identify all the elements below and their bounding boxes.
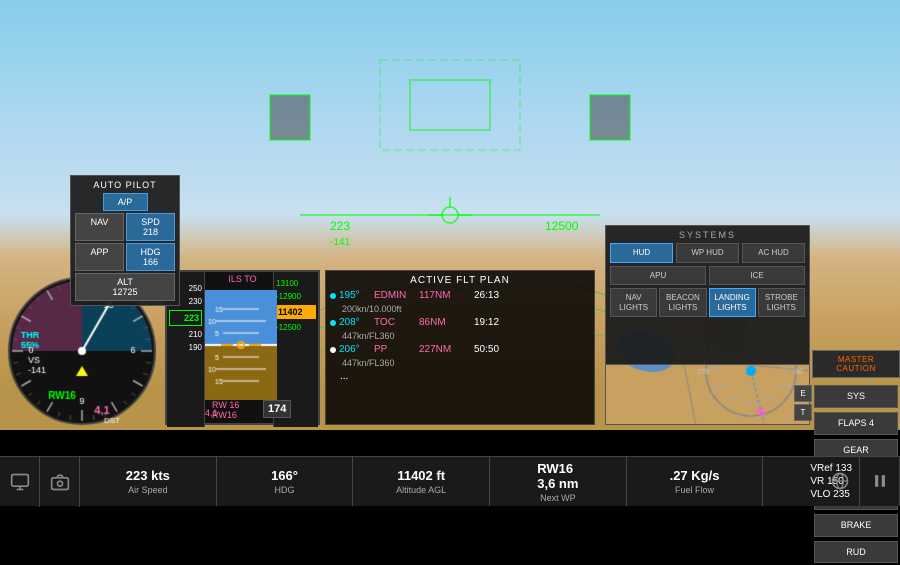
svg-text:223: 223 bbox=[330, 219, 350, 233]
flt-row-1: 195° EDMIN 117NM 26:13 bbox=[330, 290, 590, 301]
hud-button[interactable]: HUD bbox=[610, 243, 673, 263]
strobe-lights-button[interactable]: STROBELIGHTS bbox=[758, 288, 805, 317]
autopilot-panel: AUTO PILOT A/P NAV SPD218 APP HDG166 ALT… bbox=[70, 175, 180, 306]
ils-instrument: ILS TO 250 230 223 210 190 13100 -12900 … bbox=[165, 270, 320, 425]
sys-button[interactable]: SYS bbox=[814, 385, 898, 408]
svg-text:-141: -141 bbox=[330, 237, 350, 248]
svg-text:12500: 12500 bbox=[545, 219, 579, 233]
flt-wp-2: TOC bbox=[374, 317, 419, 328]
brake-button[interactable]: BRAKE bbox=[814, 514, 898, 537]
systems-panel: SYSTEMS HUD WP HUD AC HUD APU ICE NAVLIG… bbox=[605, 225, 810, 365]
flt-sub-3: 447kn/FL360 bbox=[342, 358, 590, 368]
flt-row-2: 208° TOC 86NM 19:12 bbox=[330, 317, 590, 328]
wp-hud-button[interactable]: WP HUD bbox=[676, 243, 739, 263]
hdg-label: HDG bbox=[275, 485, 295, 495]
ice-button[interactable]: ICE bbox=[709, 266, 805, 286]
nextwp-value: RW163,6 nm bbox=[537, 461, 578, 491]
right-panel: MASTERCAUTION E T SYS FLAPS 4 GEAR● SPOI… bbox=[812, 175, 900, 425]
ils-alt-readout: 174 bbox=[263, 400, 291, 418]
hdg-value: 166° bbox=[271, 468, 298, 483]
camera-icon-button[interactable] bbox=[40, 457, 80, 507]
systems-title: SYSTEMS bbox=[610, 230, 805, 240]
autopilot-title: AUTO PILOT bbox=[75, 180, 175, 190]
rud-button[interactable]: RUD bbox=[814, 541, 898, 564]
nav-button[interactable]: NAV bbox=[75, 213, 124, 241]
flt-ellipsis: ... bbox=[340, 371, 348, 382]
apu-button[interactable]: APU bbox=[610, 266, 706, 286]
app-button[interactable]: APP bbox=[75, 243, 124, 271]
hdg-status: 166° HDG bbox=[217, 457, 354, 506]
airspeed-status: 223 kts Air Speed bbox=[80, 457, 217, 506]
e-button[interactable]: E bbox=[794, 385, 812, 402]
fuel-value: .27 Kg/s bbox=[670, 468, 720, 483]
flt-plan-title: ACTIVE FLT PLAN bbox=[330, 275, 590, 286]
fuel-status: .27 Kg/s Fuel Flow bbox=[627, 457, 764, 506]
flt-row-dots: ... bbox=[330, 371, 590, 382]
flt-dist-1: 117NM bbox=[419, 290, 474, 301]
flight-plan-panel: ACTIVE FLT PLAN 195° EDMIN 117NM 26:13 2… bbox=[325, 270, 595, 425]
status-bar: 223 kts Air Speed 166° HDG 11402 ft Alti… bbox=[0, 456, 900, 506]
flt-wp-1: EDMIN bbox=[374, 290, 419, 301]
nav-lights-button[interactable]: NAVLIGHTS bbox=[610, 288, 657, 317]
altitude-status: 11402 ft Altitude AGL bbox=[353, 457, 490, 506]
t-button[interactable]: T bbox=[794, 404, 812, 421]
flt-time-1: 26:13 bbox=[474, 290, 499, 301]
ils-dist: 4,1 bbox=[205, 408, 218, 418]
et-buttons: E T bbox=[794, 385, 812, 421]
flt-sub-1: 200kn/10.000ft bbox=[342, 304, 590, 314]
bottom-right-icons bbox=[820, 456, 900, 506]
beacon-lights-button[interactable]: BEACONLIGHTS bbox=[659, 288, 706, 317]
flt-row-3: 206° PP 227NM 50:50 bbox=[330, 344, 590, 355]
flt-dist-3: 227NM bbox=[419, 344, 474, 355]
ap-button[interactable]: A/P bbox=[103, 193, 148, 211]
airspeed-label: Air Speed bbox=[128, 485, 168, 495]
flt-deg-3: 206° bbox=[339, 344, 374, 355]
globe-icon-button[interactable] bbox=[820, 456, 860, 506]
fuel-label: Fuel Flow bbox=[675, 485, 714, 495]
flt-deg-1: 195° bbox=[339, 290, 374, 301]
ac-hud-button[interactable]: AC HUD bbox=[742, 243, 805, 263]
flt-deg-2: 208° bbox=[339, 317, 374, 328]
flt-dist-2: 86NM bbox=[419, 317, 474, 328]
flt-time-3: 50:50 bbox=[474, 344, 499, 355]
monitor-icon-button[interactable] bbox=[0, 457, 40, 507]
attitude-indicator bbox=[205, 290, 277, 400]
flaps-button[interactable]: FLAPS 4 bbox=[814, 412, 898, 435]
altitude-value: 11402 ft bbox=[397, 468, 445, 483]
master-caution: MASTERCAUTION bbox=[812, 350, 900, 378]
landing-lights-button[interactable]: LANDINGLIGHTS bbox=[709, 288, 756, 317]
airspeed-value: 223 kts bbox=[126, 468, 170, 483]
flt-time-2: 19:12 bbox=[474, 317, 499, 328]
pause-icon-button[interactable] bbox=[860, 456, 900, 506]
spd-button[interactable]: SPD218 bbox=[126, 213, 175, 241]
altitude-label: Altitude AGL bbox=[396, 485, 446, 495]
nextwp-label: Next WP bbox=[540, 493, 576, 503]
flt-wp-3: PP bbox=[374, 344, 419, 355]
flt-sub-2: 447kn/FL360 bbox=[342, 331, 590, 341]
hdg-button[interactable]: HDG166 bbox=[126, 243, 175, 271]
alt-button[interactable]: ALT12725 bbox=[75, 273, 175, 301]
nextwp-status: RW163,6 nm Next WP bbox=[490, 457, 627, 506]
